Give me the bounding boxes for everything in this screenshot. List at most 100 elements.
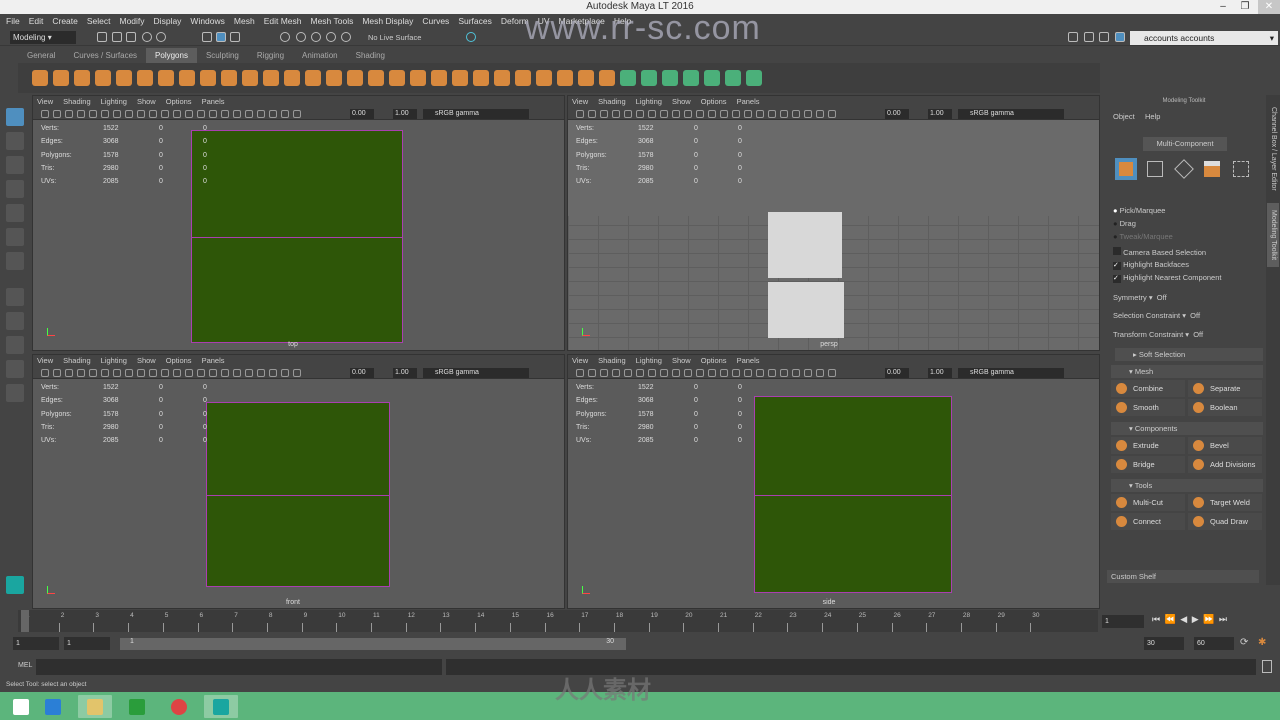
viewport-tool-icon[interactable]: [113, 369, 121, 377]
viewport-side[interactable]: View Shading Lighting Show Options Panels 0.00…: [567, 354, 1100, 609]
exposure-field[interactable]: 0.00: [885, 368, 909, 378]
gamma-field[interactable]: 1.00: [393, 368, 417, 378]
snap-view-icon[interactable]: [326, 32, 336, 42]
object-mode-button[interactable]: [1115, 158, 1137, 180]
section-tools[interactable]: ▾ Tools: [1111, 479, 1263, 492]
viewport-menu-panels[interactable]: Panels: [202, 355, 225, 367]
connect-button[interactable]: Connect: [1111, 513, 1185, 530]
viewport-tool-icon[interactable]: [185, 110, 193, 118]
colorspace-dropdown[interactable]: sRGB gamma: [423, 368, 529, 378]
extrude-button[interactable]: Extrude: [1111, 437, 1185, 454]
viewport-menu-view[interactable]: View: [37, 355, 53, 367]
bridge-button[interactable]: Bridge: [1111, 456, 1185, 473]
boolean-button[interactable]: Boolean: [1188, 399, 1262, 416]
exposure-field[interactable]: 0.00: [350, 109, 374, 119]
file-explorer-button[interactable]: [78, 695, 112, 718]
tab-curves-surfaces[interactable]: Curves / Surfaces: [64, 48, 146, 63]
select-tool-icon[interactable]: [6, 108, 24, 126]
viewport-tool-icon[interactable]: [792, 369, 800, 377]
shelf-tool-icon[interactable]: [326, 70, 342, 86]
viewport-tool-icon[interactable]: [732, 110, 740, 118]
internet-explorer-button[interactable]: [36, 695, 70, 718]
viewport-tool-icon[interactable]: [624, 110, 632, 118]
viewport-tool-icon[interactable]: [744, 369, 752, 377]
graph-layout-icon[interactable]: [6, 384, 24, 402]
pick-mode-radio[interactable]: ● Tweak/Marquee: [1113, 232, 1173, 241]
viewport-tool-icon[interactable]: [173, 110, 181, 118]
menu-mesh-display[interactable]: Mesh Display: [362, 14, 413, 29]
shelf-tool-icon[interactable]: [179, 70, 195, 86]
move-tool-icon[interactable]: [6, 180, 24, 198]
playhead[interactable]: [21, 610, 29, 632]
viewport-tool-icon[interactable]: [233, 110, 241, 118]
viewport-tool-icon[interactable]: [281, 369, 289, 377]
start-time-field[interactable]: 1: [13, 637, 59, 650]
shelf-tool-icon[interactable]: [452, 70, 468, 86]
viewport-tool-icon[interactable]: [588, 110, 596, 118]
shelf-tool-icon[interactable]: [704, 70, 720, 86]
viewport-tool-icon[interactable]: [53, 369, 61, 377]
shelf-tool-icon[interactable]: [74, 70, 90, 86]
multi-cut-button[interactable]: Multi-Cut: [1111, 494, 1185, 511]
checkbox-highlight-nearest-component[interactable]: ✓ Highlight Nearest Component: [1113, 273, 1221, 283]
shelf-tool-icon[interactable]: [200, 70, 216, 86]
maya-button[interactable]: [204, 695, 238, 718]
redo-icon[interactable]: [156, 32, 166, 42]
shelf-tool-icon[interactable]: [557, 70, 573, 86]
viewport-tool-icon[interactable]: [185, 369, 193, 377]
current-frame-field[interactable]: 1: [1102, 615, 1144, 628]
paint-select-icon[interactable]: [6, 156, 24, 174]
shelf-tool-icon[interactable]: [410, 70, 426, 86]
checkbox-highlight-backfaces[interactable]: ✓ Highlight Backfaces: [1113, 260, 1189, 270]
viewport-menu-lighting[interactable]: Lighting: [101, 355, 127, 367]
edge-mode-button[interactable]: [1174, 159, 1194, 179]
undo-icon[interactable]: [142, 32, 152, 42]
viewport-tool-icon[interactable]: [600, 110, 608, 118]
custom-shelf[interactable]: Custom Shelf: [1107, 570, 1259, 583]
tab-general[interactable]: General: [18, 48, 64, 63]
viewport-tool-icon[interactable]: [648, 110, 656, 118]
viewport-front[interactable]: View Shading Lighting Show Options Panels 0.00…: [32, 354, 565, 609]
viewport-tool-icon[interactable]: [720, 369, 728, 377]
select-component-icon[interactable]: [230, 32, 240, 42]
viewport-tool-icon[interactable]: [41, 369, 49, 377]
menu-deform[interactable]: Deform: [501, 14, 529, 29]
shelf-tool-icon[interactable]: [284, 70, 300, 86]
viewport-tool-icon[interactable]: [269, 369, 277, 377]
shelf-tool-icon[interactable]: [641, 70, 657, 86]
viewport-tool-icon[interactable]: [149, 369, 157, 377]
menu-select[interactable]: Select: [87, 14, 111, 29]
viewport-tool-icon[interactable]: [780, 110, 788, 118]
shelf-tool-icon[interactable]: [620, 70, 636, 86]
single-layout-icon[interactable]: [6, 288, 24, 306]
viewport-tool-icon[interactable]: [65, 369, 73, 377]
shelf-tool-icon[interactable]: [116, 70, 132, 86]
separate-button[interactable]: Separate: [1188, 380, 1262, 397]
viewport-tool-icon[interactable]: [257, 110, 265, 118]
viewport-tool-icon[interactable]: [756, 110, 764, 118]
colorspace-dropdown[interactable]: sRGB gamma: [958, 109, 1064, 119]
colorspace-dropdown[interactable]: sRGB gamma: [958, 368, 1064, 378]
vertex-mode-button[interactable]: [1147, 161, 1163, 177]
menu-edit[interactable]: Edit: [29, 14, 44, 29]
viewport-tool-icon[interactable]: [576, 369, 584, 377]
viewport-tool-icon[interactable]: [245, 369, 253, 377]
shelf-tool-icon[interactable]: [32, 70, 48, 86]
viewport-tool-icon[interactable]: [149, 110, 157, 118]
viewport-tool-icon[interactable]: [660, 110, 668, 118]
viewport-tool-icon[interactable]: [756, 369, 764, 377]
shelf-tool-icon[interactable]: [305, 70, 321, 86]
new-scene-icon[interactable]: [97, 32, 107, 42]
tab-sculpting[interactable]: Sculpting: [197, 48, 248, 63]
shelf-tool-icon[interactable]: [431, 70, 447, 86]
transform-constraint-dropdown[interactable]: Transform Constraint ▾ Off: [1113, 330, 1203, 339]
attribute-editor-icon[interactable]: [1068, 32, 1078, 42]
character-icon[interactable]: ✱: [1258, 637, 1266, 648]
viewport-tool-icon[interactable]: [41, 110, 49, 118]
snap-surface-icon[interactable]: [341, 32, 351, 42]
snap-point-icon[interactable]: [311, 32, 321, 42]
menu-windows[interactable]: Windows: [190, 14, 224, 29]
viewport-tool-icon[interactable]: [636, 369, 644, 377]
viewport-tool-icon[interactable]: [672, 110, 680, 118]
exposure-field[interactable]: 0.00: [350, 368, 374, 378]
